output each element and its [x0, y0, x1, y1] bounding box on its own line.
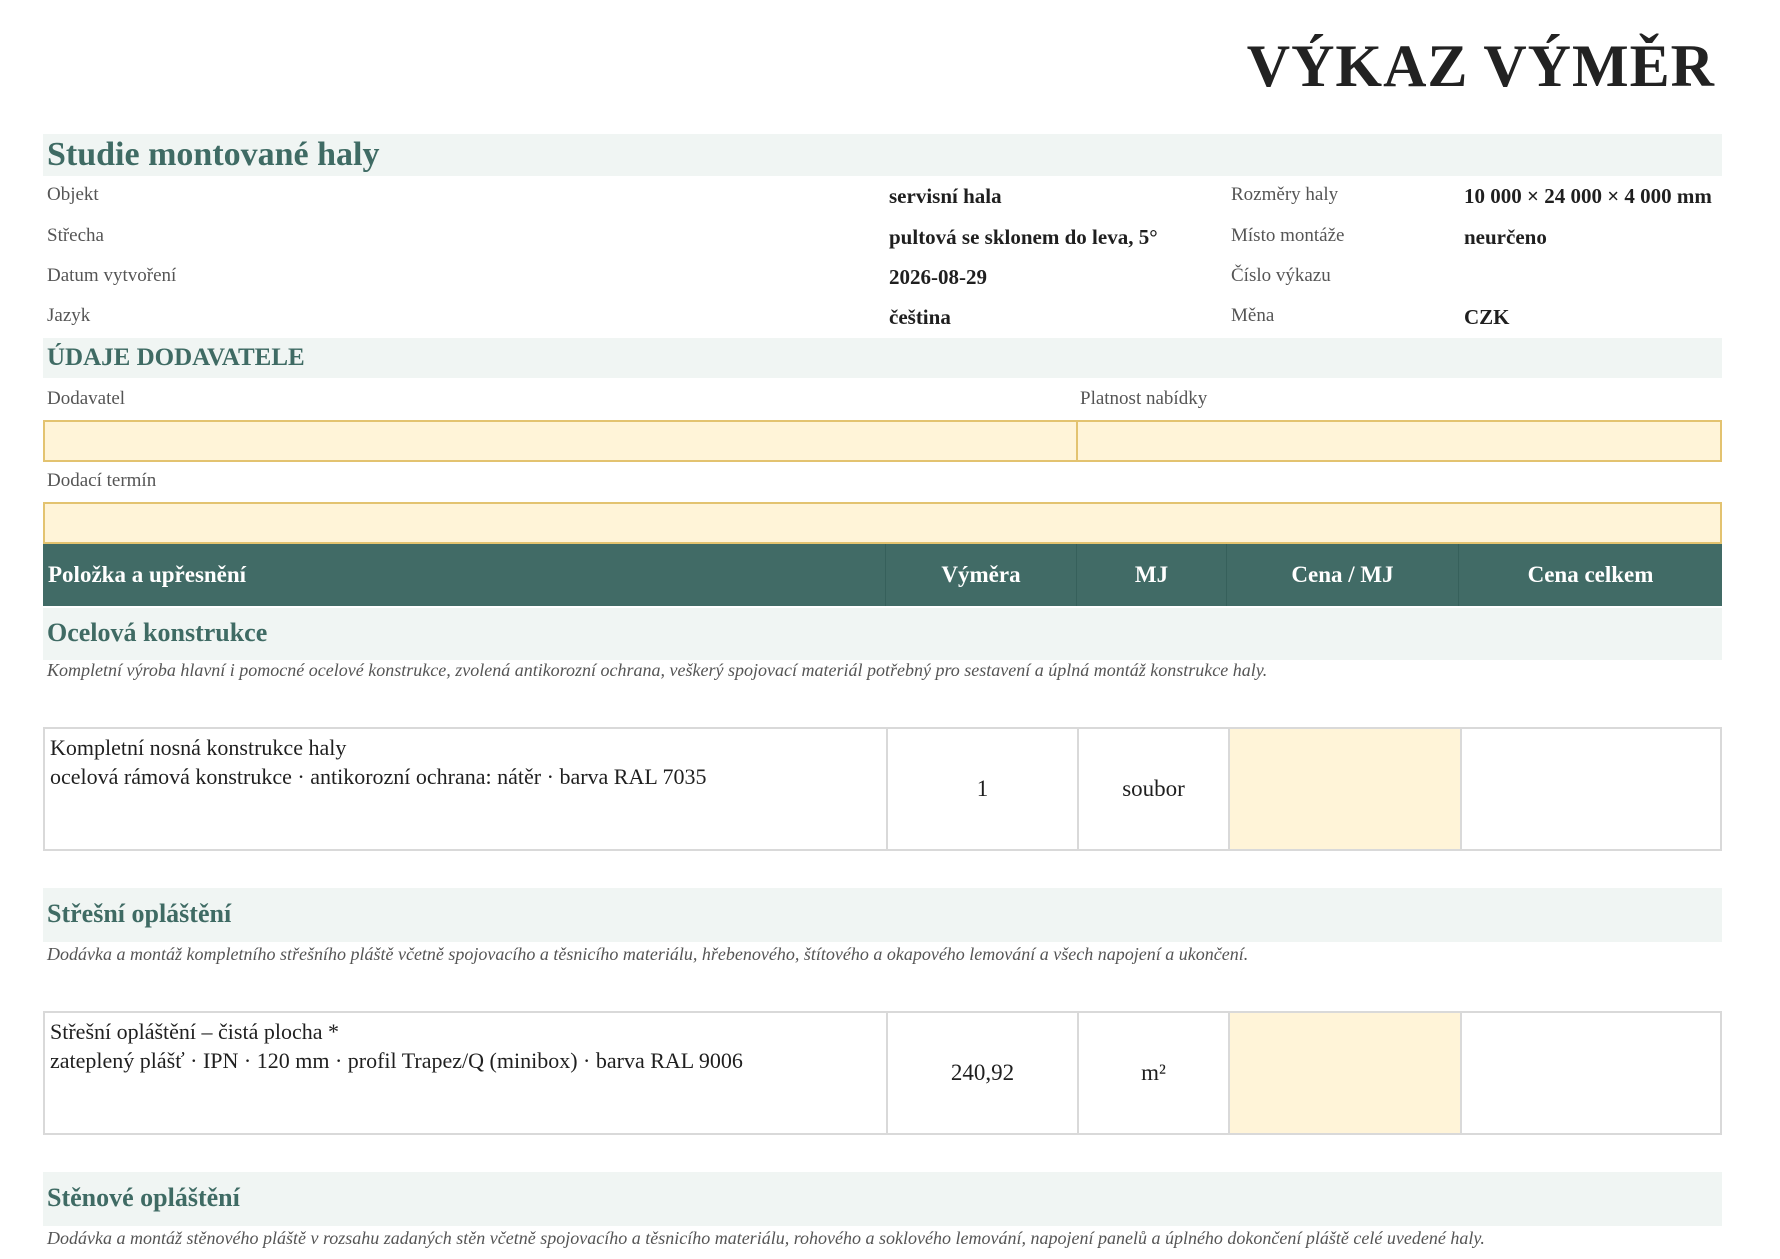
item-cell: Kompletní nosná konstrukce haly ocelová … [45, 729, 888, 849]
unit-price-input[interactable] [1230, 1013, 1462, 1133]
page: VÝKAZ VÝMĚR Studie montované haly Objekt… [0, 0, 1780, 1259]
misto-value: neurčeno [1464, 225, 1547, 249]
item-text: Střešní opláštění – čistá plocha * zatep… [50, 1017, 743, 1075]
mena-label: Měna [1231, 305, 1275, 326]
termin-input[interactable] [43, 502, 1722, 544]
section-title: Střešní opláštění [47, 899, 232, 928]
item-total [1462, 1013, 1720, 1133]
item-total [1462, 729, 1720, 849]
supplier-title: ÚDAJE DODAVATELE [47, 344, 305, 371]
item-qty: 1 [888, 729, 1079, 849]
section-description: Dodávka a montáž stěnového pláště v rozs… [47, 1228, 1485, 1248]
strecha-label: Střecha [47, 225, 104, 246]
platnost-label: Platnost nabídky [1080, 388, 1208, 409]
strecha-value: pultová se sklonem do leva, 5° [889, 225, 1158, 249]
table-row: Kompletní nosná konstrukce haly ocelová … [43, 727, 1722, 851]
unit-price-input[interactable] [1230, 729, 1462, 849]
platnost-input[interactable] [1076, 420, 1722, 462]
item-cell: Střešní opláštění – čistá plocha * zatep… [45, 1013, 888, 1133]
section-description: Dodávka a montáž kompletního střešního p… [47, 944, 1249, 964]
table-row: Střešní opláštění – čistá plocha * zatep… [43, 1011, 1722, 1135]
misto-label: Místo montáže [1231, 225, 1345, 246]
cislo-label: Číslo výkazu [1231, 265, 1331, 286]
supplier-band: ÚDAJE DODAVATELE [43, 338, 1722, 378]
project-title: Studie montované haly [47, 136, 380, 173]
section-title: Ocelová konstrukce [47, 618, 268, 647]
item-name: Kompletní nosná konstrukce haly [50, 735, 347, 760]
rozmery-value: 10 000 × 24 000 × 4 000 mm [1464, 184, 1712, 208]
header-qty: Výměra [886, 544, 1077, 606]
dodavatel-label: Dodavatel [47, 388, 126, 409]
objekt-label: Objekt [47, 184, 99, 205]
header-total: Cena celkem [1527, 562, 1654, 587]
rozmery-label: Rozměry haly [1231, 184, 1339, 205]
datum-value: 2026-08-29 [889, 265, 987, 289]
section-title: Stěnové opláštění [47, 1183, 240, 1212]
table-header: Položka a upřesnění Výměra MJ Cena / MJ … [43, 544, 1722, 606]
item-unit: soubor [1079, 729, 1230, 849]
datum-label: Datum vytvoření [47, 265, 177, 286]
item-spec: ocelová rámová konstrukce · antikorozní … [50, 764, 707, 789]
item-qty: 240,92 [888, 1013, 1079, 1133]
item-spec: zateplený plášť · IPN · 120 mm · profil … [50, 1048, 743, 1073]
header-item: Položka a upřesnění [43, 544, 886, 606]
objekt-value: servisní hala [889, 184, 1002, 208]
header-unit-price: Cena / MJ [1227, 544, 1459, 606]
item-name: Střešní opláštění – čistá plocha * [50, 1019, 339, 1044]
section-title-band: Ocelová konstrukce [43, 608, 1722, 660]
project-title-band: Studie montované haly [43, 134, 1722, 176]
dodavatel-input[interactable] [43, 420, 1078, 462]
section-title-band: Střešní opláštění [43, 888, 1722, 942]
section-description: Kompletní výroba hlavní i pomocné ocelov… [47, 660, 1268, 680]
jazyk-value: čeština [889, 305, 951, 329]
item-text: Kompletní nosná konstrukce haly ocelová … [50, 733, 707, 791]
section-title-band: Stěnové opláštění [43, 1172, 1722, 1226]
item-unit: m² [1079, 1013, 1230, 1133]
jazyk-label: Jazyk [47, 305, 91, 326]
termin-label: Dodací termín [47, 470, 157, 491]
document-title: VÝKAZ VÝMĚR [1246, 33, 1715, 99]
mena-value: CZK [1464, 305, 1510, 329]
header-unit: MJ [1077, 544, 1227, 606]
